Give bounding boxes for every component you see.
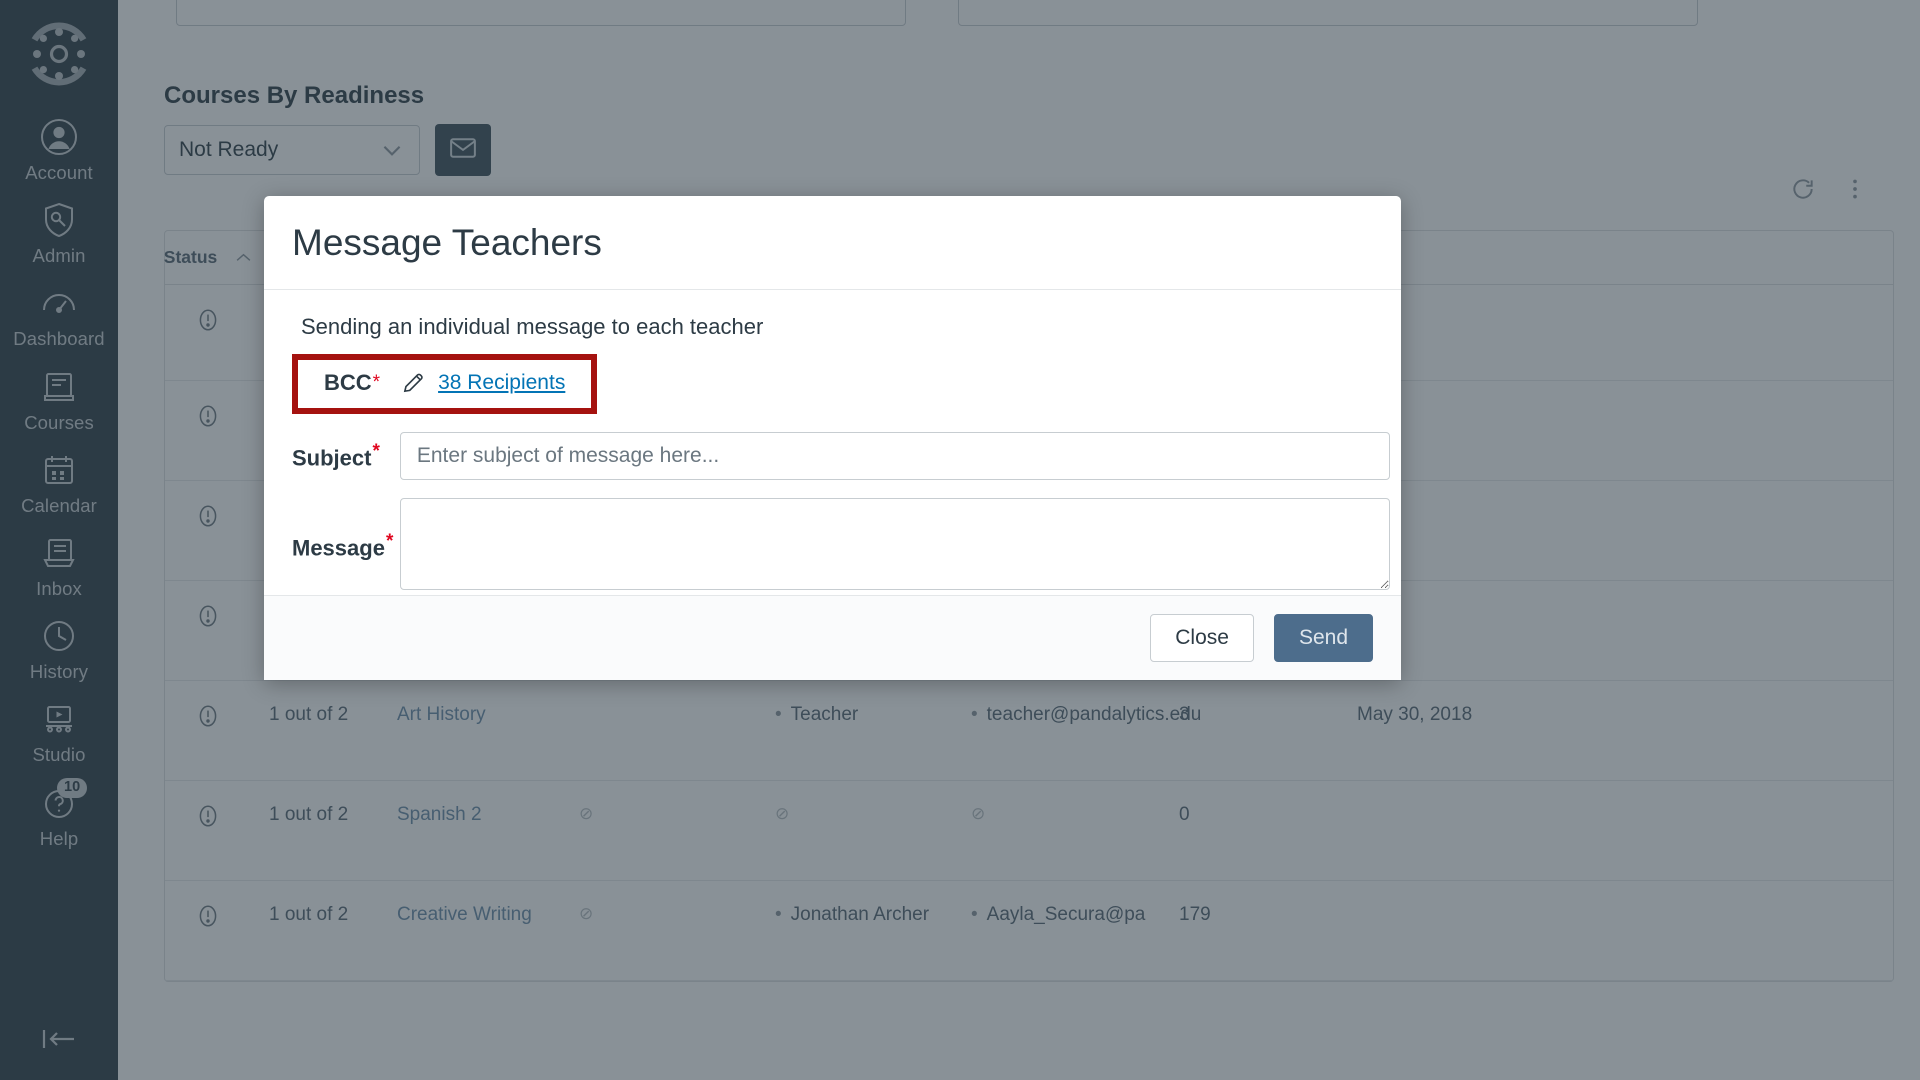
modal-footer: Close Send <box>264 595 1401 680</box>
message-required-mark: * <box>385 531 394 553</box>
subject-label: Subject* <box>292 441 382 471</box>
sending-note: Sending an individual message to each te… <box>301 314 764 340</box>
modal-body: Sending an individual message to each te… <box>264 290 1401 595</box>
subject-label-text: Subject <box>292 445 372 471</box>
screen: Courses By Readiness Not Ready <box>0 0 1920 1080</box>
subject-input[interactable] <box>399 432 1390 481</box>
message-textarea[interactable] <box>400 498 1390 591</box>
bcc-label: BCC <box>324 370 372 396</box>
send-button[interactable]: Send <box>1273 614 1373 663</box>
pencil-edit-icon[interactable] <box>400 370 426 396</box>
subject-field-control <box>399 432 1390 481</box>
message-field-row: Message* <box>292 498 1390 595</box>
close-button[interactable]: Close <box>1150 614 1254 663</box>
subject-field-row: Subject* <box>292 432 1390 481</box>
subject-required-mark: * <box>372 440 380 462</box>
modal-title: Message Teachers <box>292 221 602 263</box>
bcc-row: BCC * 38 Recipients <box>292 354 598 415</box>
message-label: Message* <box>292 531 393 561</box>
modal-header: Message Teachers <box>264 196 1401 291</box>
message-field-control <box>400 498 1390 595</box>
message-label-text: Message <box>292 535 385 561</box>
bcc-highlight-wrapper: BCC * 38 Recipients <box>292 354 598 415</box>
bcc-required-mark: * <box>372 372 381 394</box>
message-teachers-modal: Message Teachers Sending an individual m… <box>264 196 1401 680</box>
recipients-link[interactable]: 38 Recipients <box>438 371 565 395</box>
